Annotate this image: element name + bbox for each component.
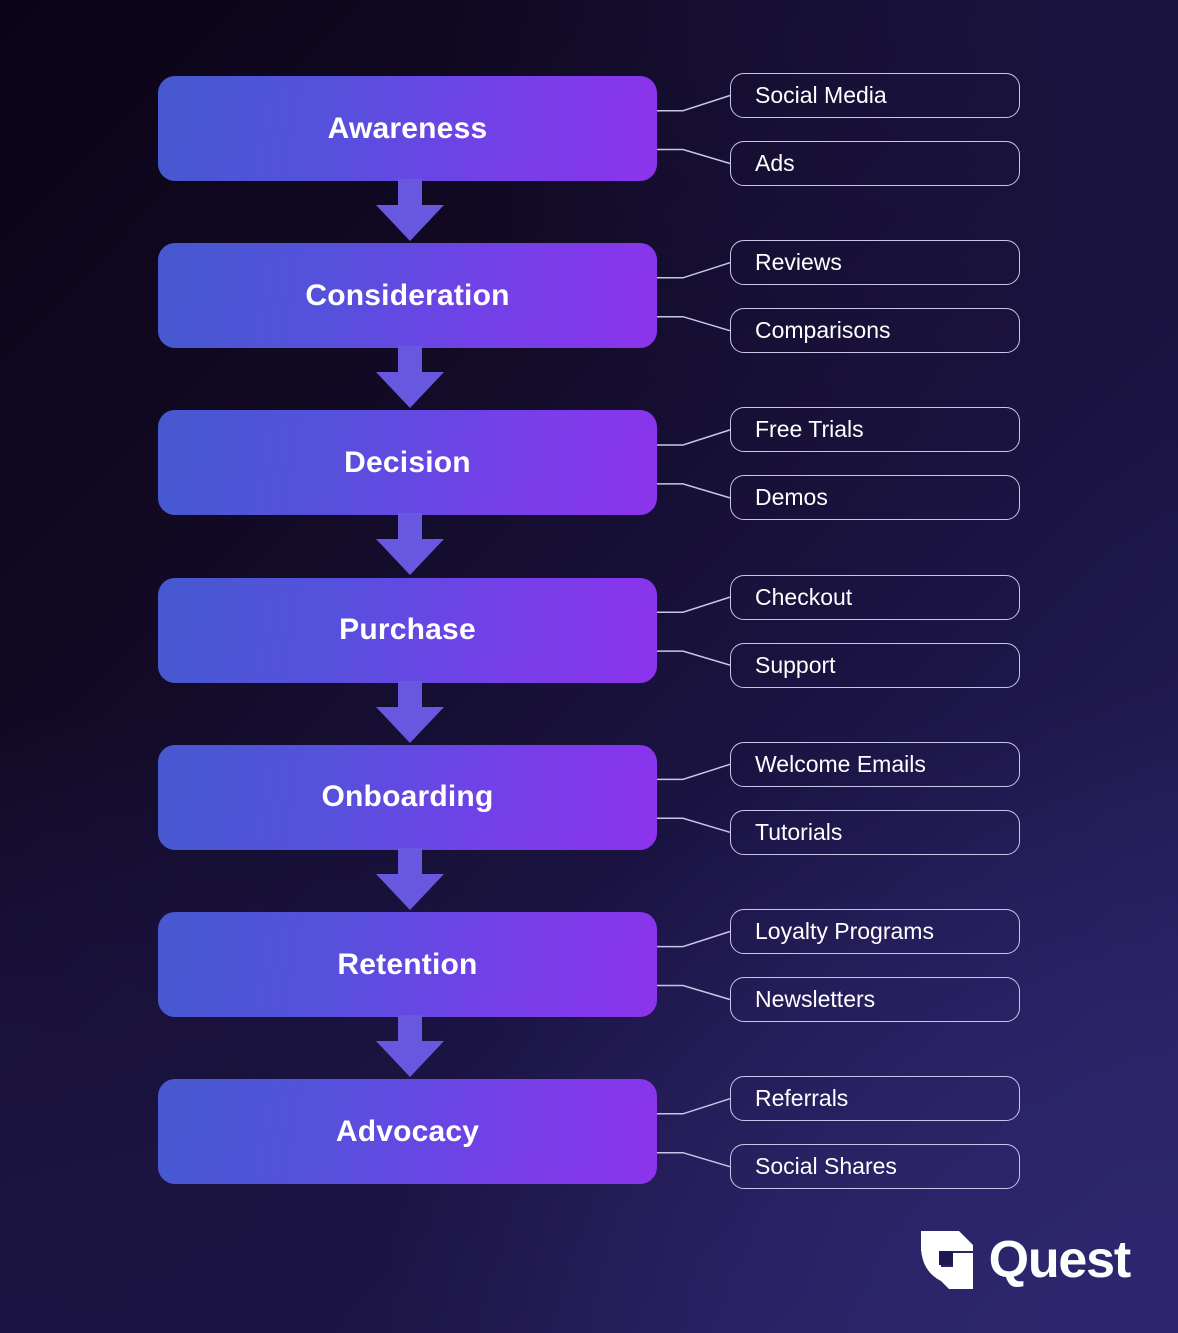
stage-sub-item[interactable]: Referrals	[730, 1076, 1020, 1122]
stage-label: Onboarding	[321, 780, 494, 814]
stage-bar[interactable]: Advocacy	[158, 1079, 657, 1185]
sub-item-label: Referrals	[755, 1085, 849, 1112]
stage-flow-arrow-down-icon	[376, 1015, 444, 1077]
stage-sub-item[interactable]: Loyalty Programs	[730, 909, 1020, 954]
stage-sub-item-connector	[657, 984, 731, 1001]
stage-sub-item-connector	[657, 650, 731, 666]
arrow-stem	[398, 513, 422, 542]
sub-item-label: Tutorials	[755, 818, 843, 845]
sub-item-label: Loyalty Programs	[755, 918, 934, 944]
stage-sub-item[interactable]: Checkout	[730, 574, 1020, 620]
sub-item-label: Welcome Emails	[755, 750, 926, 777]
stage-sub-item-connector	[657, 483, 731, 499]
diagram-canvas: Awareness Consideration Decision Purchase On…	[0, 0, 1178, 1333]
sub-item-label: Social Media	[755, 82, 887, 108]
arrow-head	[376, 1041, 444, 1077]
stage-label: Decision	[344, 445, 471, 479]
arrow-head	[376, 539, 444, 576]
stage-bar[interactable]: Consideration	[158, 243, 657, 349]
stage-flow-arrow-down-icon	[376, 513, 444, 576]
stage-bar[interactable]: Awareness	[158, 76, 657, 181]
arrow-head	[376, 873, 444, 910]
brand-logo: Quest	[919, 1229, 1132, 1291]
stage-sub-item[interactable]: Ads	[730, 141, 1020, 186]
sub-item-label: Comparisons	[755, 317, 891, 344]
stage-sub-item-connector	[657, 261, 731, 279]
stage-label: Retention	[337, 947, 478, 981]
sub-item-label: Ads	[755, 150, 795, 176]
sub-item-label: Support	[755, 651, 836, 678]
sub-item-label: Checkout	[755, 583, 853, 610]
arrow-stem	[398, 847, 422, 876]
stage-sub-item-connector	[657, 596, 731, 613]
stage-sub-item-connector	[657, 315, 731, 332]
arrow-head	[376, 706, 444, 743]
stage-sub-item[interactable]: Reviews	[730, 240, 1020, 286]
stage-sub-item-connector	[657, 817, 731, 834]
stage-label: Consideration	[305, 278, 510, 312]
stage-sub-item[interactable]: Tutorials	[730, 809, 1020, 855]
stage-flow-arrow-down-icon	[376, 680, 444, 743]
stage-sub-item[interactable]: Social Shares	[730, 1144, 1020, 1190]
stage-bar[interactable]: Purchase	[158, 577, 657, 683]
stage-label: Advocacy	[335, 1114, 480, 1148]
stage-sub-item-connector	[657, 94, 731, 112]
arrow-stem	[398, 179, 422, 207]
stage-sub-item-connector	[657, 1151, 731, 1168]
stage-sub-item[interactable]: Demos	[730, 475, 1020, 521]
stage-flow-arrow-down-icon	[376, 847, 444, 910]
stage-bar[interactable]: Decision	[158, 410, 657, 516]
arrow-head	[376, 372, 444, 409]
stage-bar[interactable]: Onboarding	[158, 744, 657, 850]
quest-shield-logo-icon	[920, 1231, 973, 1289]
stage-sub-item-connector	[657, 763, 731, 781]
sub-item-label: Newsletters	[755, 986, 876, 1012]
stage-flow-arrow-down-icon	[376, 346, 444, 409]
stage-flow-arrow-down-icon	[376, 179, 444, 241]
arrow-stem	[398, 680, 422, 709]
stage-sub-item[interactable]: Support	[730, 642, 1020, 688]
sub-item-label: Social Shares	[755, 1153, 897, 1180]
stage-label: Purchase	[339, 613, 476, 647]
sub-item-label: Reviews	[755, 249, 842, 276]
stage-bar[interactable]: Retention	[158, 912, 657, 1017]
stage-sub-item-connector	[657, 148, 731, 165]
arrow-stem	[398, 346, 422, 375]
sub-item-label: Demos	[755, 484, 828, 511]
stage-sub-item[interactable]: Newsletters	[730, 977, 1020, 1022]
stage-sub-item[interactable]: Social Media	[730, 73, 1020, 118]
stage-sub-item[interactable]: Welcome Emails	[730, 741, 1020, 787]
sub-item-label: Free Trials	[755, 416, 864, 443]
stage-sub-item-connector	[657, 1097, 731, 1115]
arrow-head	[376, 205, 444, 241]
stage-sub-item-connector	[657, 930, 731, 948]
stage-label: Awareness	[327, 111, 488, 145]
stage-sub-item[interactable]: Free Trials	[730, 407, 1020, 453]
brand-name-text: Quest	[988, 1231, 1132, 1289]
stage-sub-item[interactable]: Comparisons	[730, 308, 1020, 354]
stage-sub-item-connector	[657, 429, 731, 446]
arrow-stem	[398, 1015, 422, 1043]
